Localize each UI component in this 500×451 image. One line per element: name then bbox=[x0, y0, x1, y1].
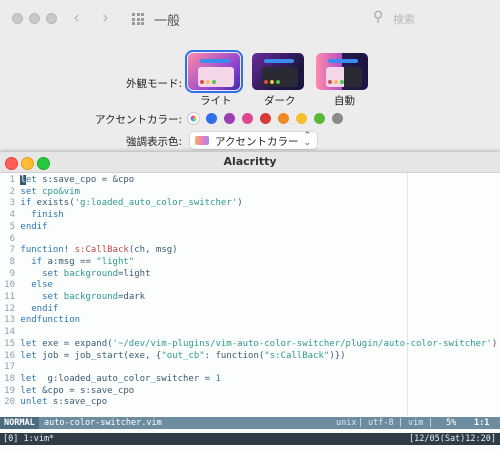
line-number: 11 bbox=[4, 292, 15, 302]
line-number: 8 bbox=[9, 256, 15, 267]
scroll-percent: 5% bbox=[446, 418, 457, 428]
tmux-clock: [12/05(Sat)12:20] bbox=[409, 434, 496, 444]
code-line: 2 set cpo&vim bbox=[0, 187, 80, 198]
code-line: 9 set background=light bbox=[0, 269, 151, 280]
cursor-position: 1:1 bbox=[474, 418, 490, 428]
line-number: 15 bbox=[4, 338, 15, 349]
appearance-label: 外観モード: bbox=[125, 78, 182, 90]
highlight-color-popup[interactable]: アクセントカラー ⌃ ⌄ bbox=[190, 132, 317, 149]
up-down-chevron-icon: ⌃ ⌄ bbox=[303, 131, 311, 148]
accent-color-swatch[interactable] bbox=[242, 113, 253, 124]
line-number: 14 bbox=[4, 327, 15, 338]
search-field[interactable]: 検索 bbox=[393, 11, 415, 27]
appearance-auto-thumbnail[interactable] bbox=[316, 53, 368, 90]
line-number: 2 bbox=[9, 186, 15, 197]
settings-titlebar: ‹ › 一般 ⚲ 検索 bbox=[0, 0, 500, 38]
line-number: 13 bbox=[4, 315, 15, 326]
code-line: 17 bbox=[0, 362, 20, 373]
file-format: unix bbox=[336, 418, 357, 428]
accent-color-swatch[interactable] bbox=[206, 113, 217, 124]
minimize-button[interactable] bbox=[29, 13, 40, 24]
show-all-grid-icon[interactable] bbox=[132, 13, 144, 25]
appearance-light-label: ライト bbox=[200, 95, 232, 107]
line-number: 12 bbox=[4, 303, 15, 314]
alacritty-title: Alacritty bbox=[223, 155, 277, 168]
accent-color-swatch[interactable] bbox=[278, 113, 289, 124]
color-column bbox=[407, 173, 408, 416]
line-number: 18 bbox=[4, 373, 15, 384]
line-number: 16 bbox=[4, 350, 15, 361]
search-icon[interactable]: ⚲ bbox=[373, 9, 383, 25]
line-number: 9 bbox=[9, 268, 15, 279]
vim-editor-buffer[interactable]: 1 let s:save_cpo = &cpo 2 set cpo&vim 3 if… bbox=[0, 173, 500, 416]
code-line: 16 let job = job_start(exe, {"out_cb": f… bbox=[0, 350, 345, 362]
line-number: 6 bbox=[9, 233, 15, 244]
file-encoding: utf-8 bbox=[368, 418, 394, 428]
line-number: 3 bbox=[9, 198, 15, 209]
line-number: 17 bbox=[4, 362, 15, 373]
appearance-light-thumbnail[interactable] bbox=[185, 50, 243, 93]
highlight-color-label: 強調表示色: bbox=[125, 136, 182, 148]
code-line: 14 bbox=[0, 327, 20, 338]
code-line: 8 if a:msg == "light" bbox=[0, 256, 135, 268]
code-line: 3 if exists('g:loaded_auto_color_switche… bbox=[0, 198, 243, 209]
code-line: 6 bbox=[0, 234, 20, 245]
close-button[interactable] bbox=[12, 13, 23, 24]
alacritty-window: Alacritty 1 let s:save_cpo = &cpo 2 set c… bbox=[0, 152, 500, 451]
line-number: 7 bbox=[9, 245, 15, 256]
appearance-dark-thumbnail[interactable] bbox=[252, 53, 304, 90]
line-number: 10 bbox=[4, 280, 15, 291]
appearance-auto-label: 自動 bbox=[334, 95, 355, 107]
line-number: 19 bbox=[4, 385, 15, 396]
accent-color-swatch[interactable] bbox=[296, 113, 307, 124]
line-number: 20 bbox=[4, 397, 15, 408]
code-line: 20 unlet s:save_cpo bbox=[0, 397, 107, 408]
code-line: 7 function! s:CallBack(ch, msg) bbox=[0, 245, 178, 256]
alacritty-titlebar: Alacritty bbox=[0, 152, 500, 173]
vim-mode-indicator: NORMAL bbox=[0, 417, 39, 429]
accent-color-swatch[interactable] bbox=[224, 113, 235, 124]
highlight-color-value: アクセントカラー bbox=[215, 136, 299, 148]
code-line: 4 finish bbox=[0, 210, 64, 221]
accent-color-label: アクセントカラー: bbox=[94, 114, 182, 126]
accent-color-swatch[interactable] bbox=[314, 113, 325, 124]
forward-arrow-icon[interactable]: › bbox=[102, 8, 109, 28]
tmux-window-list[interactable]: [0] 1:vim* bbox=[3, 433, 54, 445]
code-line: 13 endfunction bbox=[0, 315, 80, 326]
vim-filename: auto-color-switcher.vim bbox=[44, 418, 162, 428]
zoom-button[interactable] bbox=[46, 13, 57, 24]
line-number: 4 bbox=[9, 210, 15, 221]
file-type: vim bbox=[408, 418, 424, 428]
accent-color-swatch[interactable] bbox=[260, 113, 271, 124]
code-line: 1 let s:save_cpo = &cpo bbox=[0, 175, 134, 186]
line-number: 1 bbox=[9, 175, 15, 185]
code-line: 10 else bbox=[0, 280, 53, 291]
code-line: 18 let g:loaded_auto_color_switcher = 1 bbox=[0, 374, 221, 385]
accent-color-swatch[interactable] bbox=[332, 113, 343, 124]
gradient-swatch-icon bbox=[195, 136, 209, 145]
settings-window-title: 一般 bbox=[154, 14, 181, 29]
vim-statusline: NORMAL auto-color-switcher.vim unix | ut… bbox=[0, 417, 500, 429]
accent-color-swatch[interactable] bbox=[188, 113, 199, 124]
code-line: 11 set background=dark bbox=[0, 292, 145, 303]
line-number: 5 bbox=[9, 221, 15, 232]
appearance-dark-label: ダーク bbox=[264, 95, 296, 107]
code-line: 19 let &cpo = s:save_cpo bbox=[0, 386, 134, 397]
code-line: 15 let exe = expand('~/dev/vim-plugins/v… bbox=[0, 339, 497, 350]
system-preferences-window: ‹ › 一般 ⚲ 検索 外観モード: ライト ダーク 自動 アクセントカラー: … bbox=[0, 0, 500, 152]
back-arrow-icon[interactable]: ‹ bbox=[73, 8, 80, 28]
code-line: 12 endif bbox=[0, 304, 58, 315]
tmux-status-bar: [0] 1:vim* [12/05(Sat)12:20] bbox=[0, 433, 500, 445]
code-line: 5 endif bbox=[0, 222, 48, 233]
